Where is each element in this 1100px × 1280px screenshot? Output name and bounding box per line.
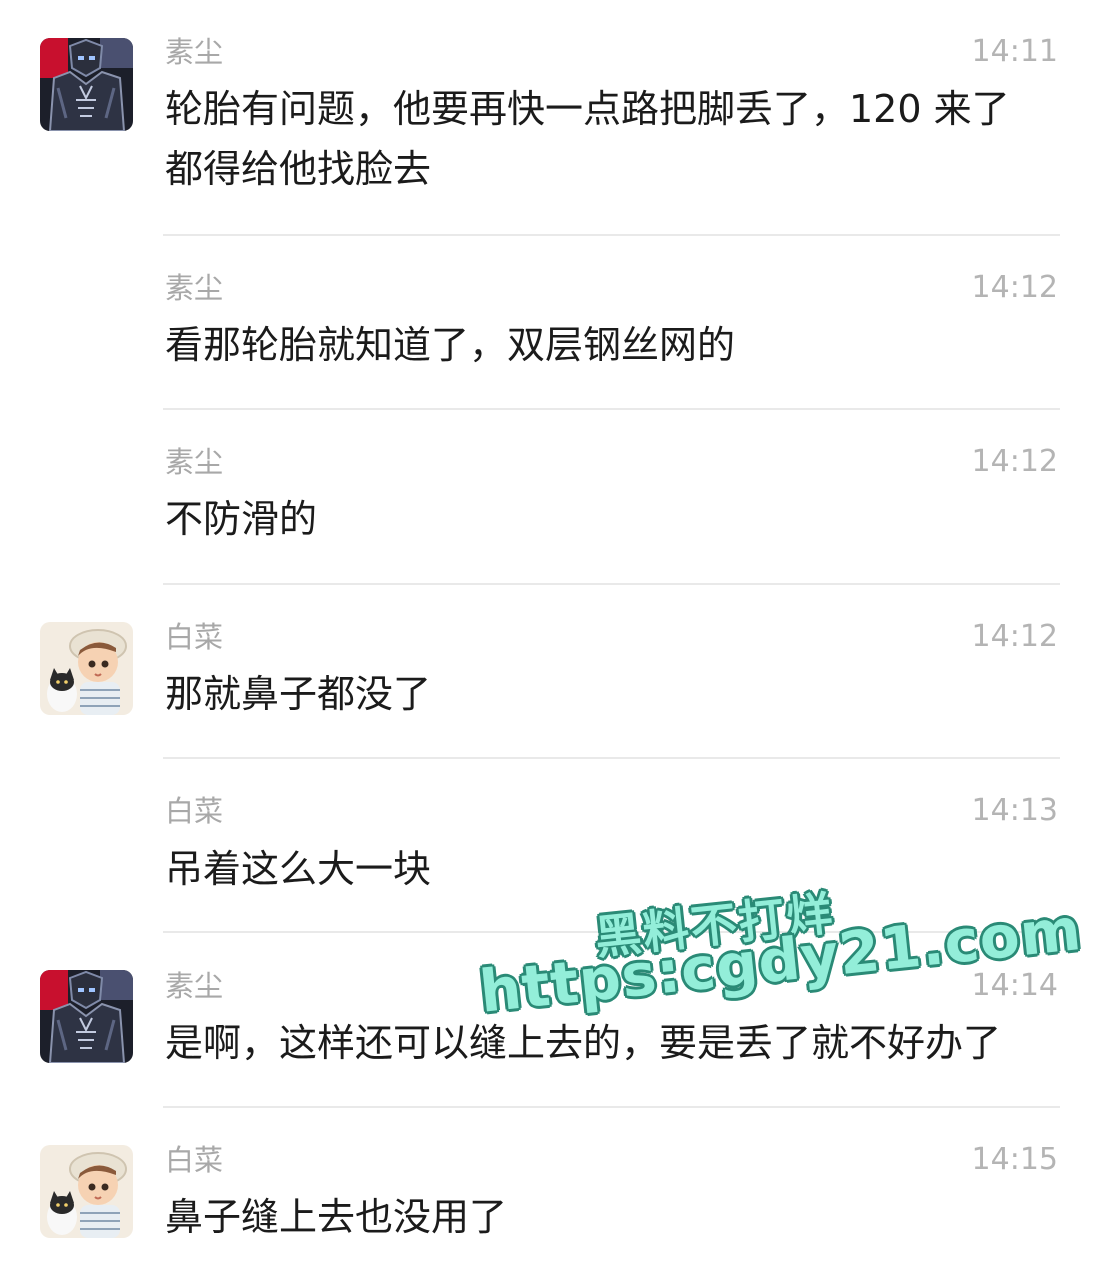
message-text-line: 都得给他找脸去: [165, 147, 432, 191]
chat-record-list: 素尘 14:11 轮胎有问题，他要再快一点路把脚丢了，120 来了 都得给他找脸…: [0, 0, 1100, 1280]
sender-name: 白菜: [165, 794, 224, 828]
message-time: 14:12: [971, 619, 1058, 654]
sender-name: 白菜: [165, 620, 224, 654]
boy-with-cat-avatar-icon[interactable]: [40, 622, 133, 715]
sender-name: 素尘: [165, 271, 224, 305]
divider: [163, 583, 1060, 585]
message-text-line: 轮胎有问题，他要再快一点路把脚丢了，120 来了: [165, 87, 1010, 131]
robot-avatar-icon[interactable]: [40, 38, 133, 131]
message-text-line: 吊着这么大一块: [165, 847, 432, 891]
message-text-line: 那就鼻子都没了: [165, 672, 432, 716]
divider: [163, 931, 1060, 933]
message-time: 14:13: [971, 793, 1058, 828]
message-time: 14:15: [971, 1142, 1058, 1177]
sender-name: 素尘: [165, 35, 224, 69]
message-text-line: 鼻子缝上去也没用了: [165, 1195, 508, 1239]
message-text-line: 不防滑的: [165, 497, 318, 541]
watermark-url: https:cgdy21.com: [476, 894, 1085, 1026]
sender-name: 素尘: [165, 969, 224, 1003]
divider: [163, 757, 1060, 759]
message-time: 14:12: [971, 270, 1058, 305]
divider: [163, 1106, 1060, 1108]
message-time: 14:11: [971, 34, 1058, 69]
sender-name: 素尘: [165, 445, 224, 479]
message-time: 14:14: [971, 968, 1058, 1003]
message-time: 14:12: [971, 444, 1058, 479]
message-text-line: 看那轮胎就知道了，双层钢丝网的: [165, 323, 736, 367]
divider: [163, 234, 1060, 236]
divider: [163, 408, 1060, 410]
robot-avatar-icon[interactable]: [40, 970, 133, 1063]
message-text-line: 是啊，这样还可以缝上去的，要是丢了就不好办了: [165, 1021, 1002, 1065]
sender-name: 白菜: [165, 1143, 224, 1177]
boy-with-cat-avatar-icon[interactable]: [40, 1145, 133, 1238]
